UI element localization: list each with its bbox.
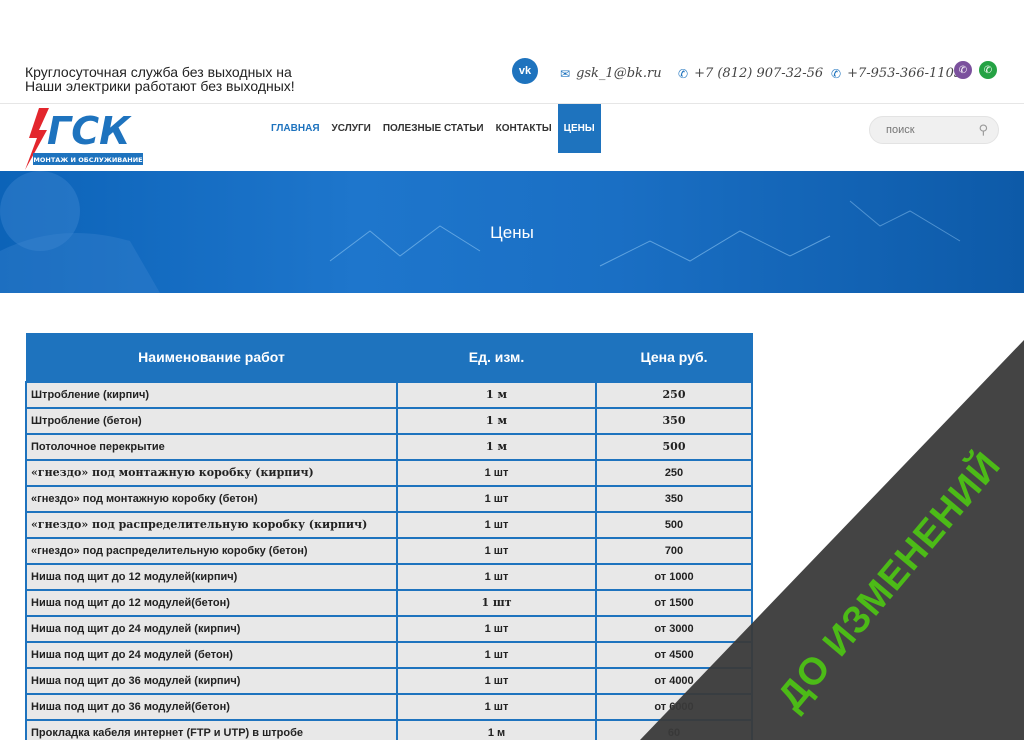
header-work-name: Наименование работ	[25, 333, 398, 382]
work-price: 60	[595, 718, 753, 740]
search-input[interactable]	[886, 124, 976, 136]
main-nav: Главная Услуги Полезные статьи Контакты …	[265, 104, 601, 153]
work-name: Штробление (кирпич)	[25, 380, 398, 409]
table-row: Ниша под щит до 24 модулей (кирпич) 1 шт о…	[25, 614, 753, 643]
work-price: от 4500	[595, 640, 753, 669]
table-row: Ниша под щит до 24 модулей (бетон) 1 шт от…	[25, 640, 753, 669]
work-price: от 1500	[595, 588, 753, 617]
work-price: 500	[595, 510, 753, 539]
work-unit: 1 шт	[396, 484, 597, 513]
work-name: Ниша под щит до 24 модулей (кирпич)	[25, 614, 398, 643]
page-banner: Цены	[0, 171, 1024, 293]
work-price: 350	[595, 484, 753, 513]
work-unit: 1 м	[396, 380, 597, 409]
search-icon[interactable]: ⚲	[978, 122, 988, 138]
work-name: Ниша под щит до 36 модулей (кирпич)	[25, 666, 398, 695]
header-unit: Ед. изм.	[396, 333, 597, 382]
table-row: «гнездо» под монтажную коробку (бетон) 1 …	[25, 484, 753, 513]
work-unit: 1 шт	[396, 666, 597, 695]
nav-item-articles[interactable]: Полезные статьи	[377, 104, 490, 153]
phone-1-text: +7 (812) 907-32-56	[694, 66, 824, 81]
work-unit: 1 шт	[396, 614, 597, 643]
work-name: «гнездо» под распределительную коробку (…	[25, 510, 398, 539]
table-row: Прокладка кабеля интернет (FTP и UTP) в …	[25, 718, 753, 740]
site-header: ГСК МОНТАЖ И ОБСЛУЖИВАНИЕ Главная Услуги…	[0, 104, 1024, 171]
work-name: Потолочное перекрытие	[25, 432, 398, 461]
phone-contact-2[interactable]: ✆ +7-953-366-1103	[831, 66, 962, 81]
work-name: Ниша под щит до 12 модулей(бетон)	[25, 588, 398, 617]
phone-icon: ✆	[831, 66, 842, 81]
work-price: 700	[595, 536, 753, 565]
table-row: «гнездо» под распределительную коробку (…	[25, 536, 753, 565]
nav-item-contacts[interactable]: Контакты	[490, 104, 558, 153]
work-unit: 1 м	[396, 406, 597, 435]
work-unit: 1 шт	[396, 536, 597, 565]
work-price: от 1000	[595, 562, 753, 591]
tagline-line-1: Круглосуточная служба без выходных на	[25, 64, 292, 80]
vk-icon[interactable]: vk	[512, 58, 538, 84]
table-row: Потолочное перекрытие 1 м 500	[25, 432, 753, 461]
logo-text: ГСК	[47, 109, 132, 153]
table-row: «гнездо» под распределительную коробку (…	[25, 510, 753, 539]
work-price: 500	[595, 432, 753, 461]
whatsapp-icon[interactable]: ✆	[979, 61, 997, 79]
phone-icon: ✆	[678, 66, 689, 81]
work-name: Ниша под щит до 24 модулей (бетон)	[25, 640, 398, 669]
work-name: «гнездо» под монтажную коробку (бетон)	[25, 484, 398, 513]
table-row: Штробление (бетон) 1 м 350	[25, 406, 753, 435]
gsk-logo[interactable]: ГСК МОНТАЖ И ОБСЛУЖИВАНИЕ	[25, 108, 145, 170]
nav-item-prices[interactable]: Цены	[557, 104, 601, 153]
table-row: «гнездо» под монтажную коробку (кирпич) 1…	[25, 458, 753, 487]
table-row: Ниша под щит до 12 модулей(кирпич) 1 шт от…	[25, 562, 753, 591]
work-unit: 1 м	[396, 432, 597, 461]
price-table: Наименование работ Ед. изм. Цена руб. Шт…	[25, 333, 753, 740]
table-row: Ниша под щит до 36 модулей (кирпич) 1 шт о…	[25, 666, 753, 695]
nav-item-services[interactable]: Услуги	[326, 104, 377, 153]
tagline-line-2: Наши электрики работают без выходных!	[25, 78, 295, 94]
work-unit: 1 шт	[396, 692, 597, 721]
table-row: Штробление (кирпич) 1 м 250	[25, 380, 753, 409]
search-box: ⚲	[869, 116, 999, 144]
work-price: от 4000	[595, 666, 753, 695]
work-price: 250	[595, 380, 753, 409]
work-unit: 1 шт	[396, 562, 597, 591]
work-name: «гнездо» под монтажную коробку (кирпич)	[25, 458, 398, 487]
tagline: Круглосуточная служба без выходных на На…	[25, 65, 295, 93]
work-name: «гнездо» под распределительную коробку (…	[25, 536, 398, 565]
work-price: 250	[595, 458, 753, 487]
work-price: от 3000	[595, 614, 753, 643]
phone-2-text: +7-953-366-1103	[847, 66, 963, 81]
work-name: Ниша под щит до 12 модулей(кирпич)	[25, 562, 398, 591]
work-unit: 1 шт	[396, 640, 597, 669]
table-row: Ниша под щит до 12 модулей(бетон) 1 шт от …	[25, 588, 753, 617]
page-title: Цены	[490, 223, 534, 242]
header-price: Цена руб.	[595, 333, 753, 382]
work-unit: 1 шт	[396, 510, 597, 539]
work-price: от 6000	[595, 692, 753, 721]
logo-subtitle: МОНТАЖ И ОБСЛУЖИВАНИЕ	[33, 156, 142, 164]
work-unit: 1 шт	[396, 588, 597, 617]
nav-item-home[interactable]: Главная	[265, 104, 326, 153]
work-unit: 1 шт	[396, 458, 597, 487]
work-name: Штробление (бетон)	[25, 406, 398, 435]
top-bar: Круглосуточная служба без выходных на На…	[0, 0, 1024, 104]
phone-contact-1[interactable]: ✆ +7 (812) 907-32-56	[678, 66, 823, 81]
work-price: 350	[595, 406, 753, 435]
table-row: Ниша под щит до 36 модулей(бетон) 1 шт от …	[25, 692, 753, 721]
overlay-label: ДО ИЗМЕНЕНИЙ	[769, 444, 1010, 719]
work-name: Ниша под щит до 36 модулей(бетон)	[25, 692, 398, 721]
work-unit: 1 м	[396, 718, 597, 740]
email-contact[interactable]: ✉ gsk_1@bk.ru	[560, 66, 662, 81]
table-header-row: Наименование работ Ед. изм. Цена руб.	[25, 333, 753, 382]
envelope-icon: ✉	[560, 66, 571, 81]
viber-icon[interactable]: ✆	[954, 61, 972, 79]
email-text: gsk_1@bk.ru	[576, 66, 662, 81]
work-name: Прокладка кабеля интернет (FTP и UTP) в …	[25, 718, 398, 740]
